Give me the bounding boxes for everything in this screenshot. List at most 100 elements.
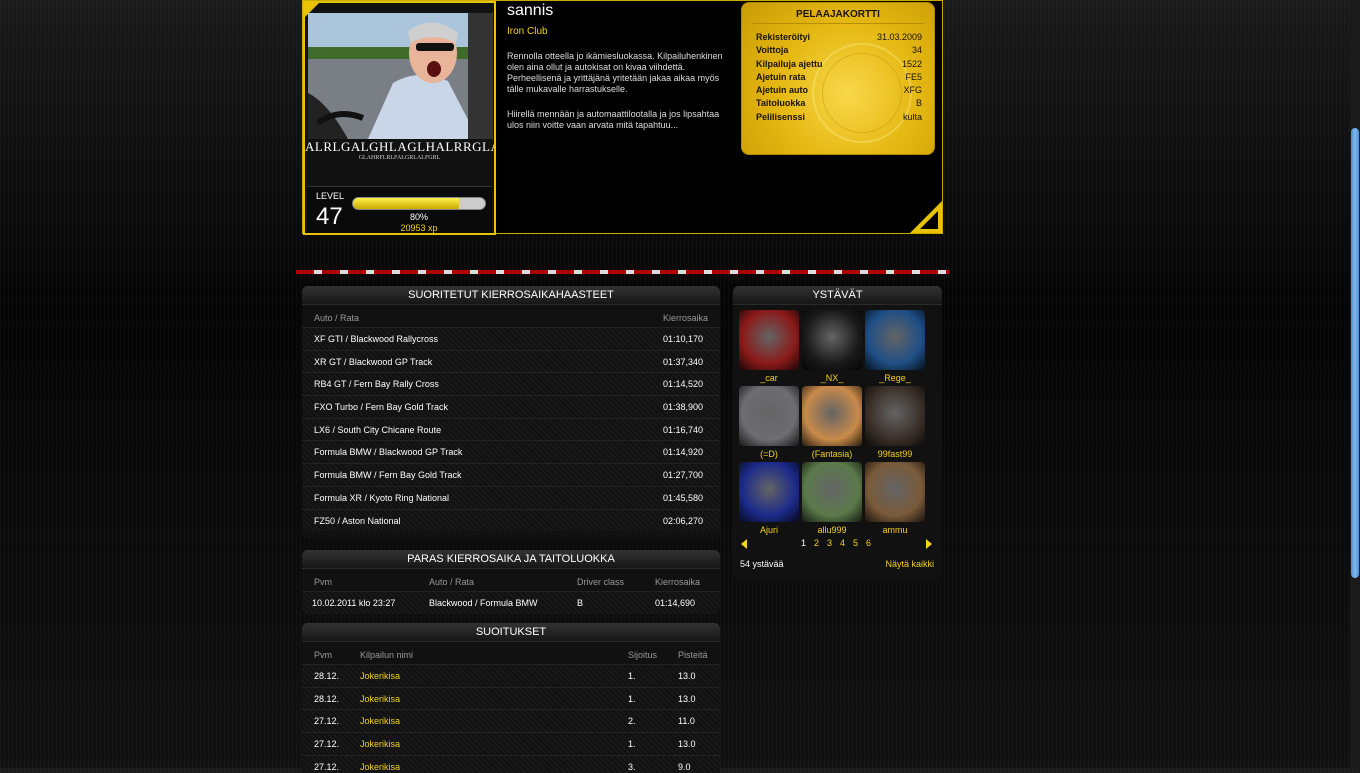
table-row: 28.12. Jokerikisa 1. 13.0 [302,664,720,687]
friend-name[interactable]: _car [739,373,799,383]
table-row[interactable]: XF GTI / Blackwood Rallycross 01:10,170 [302,327,720,350]
friend-item[interactable]: allu999 [802,462,862,535]
friend-item[interactable]: ammu [865,462,925,535]
friend-avatar[interactable] [865,310,925,370]
bio: Rennolla otteella jo ikämiesluokassa. Ki… [507,51,737,131]
page-link[interactable]: 1 [801,538,806,548]
competition-link[interactable]: Jokerikisa [360,694,400,704]
competition-link[interactable]: Jokerikisa [360,739,400,749]
stat-label: Rekisteröityi [756,32,811,42]
lap-time: 01:14,520 [663,379,704,390]
panel-title: SUORITETUT KIERROSAIKAHAASTEET [302,286,720,305]
table-row: 27.12. Jokerikisa 2. 11.0 [302,709,720,733]
table-row: 27.12. Jokerikisa 3. 9.0 [302,754,720,773]
friend-item[interactable]: _Rege_ [865,310,925,383]
friend-item[interactable]: Ajuri [739,462,799,535]
result-place: 1. [628,671,636,681]
lap-time: 01:10,170 [663,334,704,344]
scrollbar[interactable] [1350,0,1360,768]
table-row[interactable]: LX6 / South City Chicane Route 01:16,740 [302,417,720,441]
friend-name[interactable]: _Rege_ [865,373,925,383]
friend-avatar[interactable] [865,462,925,522]
friend-name[interactable]: Ajuri [739,525,799,535]
level-label: LEVEL [316,191,345,201]
result-place: 2. [628,716,636,727]
result-place: 3. [628,761,636,772]
friend-avatar[interactable] [802,462,862,522]
column-header: Sijoitus [628,650,658,660]
page-link[interactable]: 2 [814,538,819,548]
friend-item[interactable]: _NX_ [802,310,862,383]
friend-avatar[interactable] [802,310,862,370]
friend-avatar[interactable] [739,310,799,370]
bio-paragraph: Rennolla otteella jo ikämiesluokassa. Ki… [507,51,723,94]
result-points: 13.0 [678,671,696,681]
friend-name[interactable]: (Fantasia) [802,449,862,459]
result-date: 28.12. [314,693,340,704]
scroll-up-arrow-icon[interactable] [1350,0,1360,10]
result-points: 9.0 [678,761,691,772]
friend-name[interactable]: (=D) [739,449,799,459]
table-row[interactable]: FXO Turbo / Fern Bay Gold Track 01:38,900 [302,395,720,418]
table-row[interactable]: XR GT / Blackwood GP Track 01:37,340 [302,349,720,373]
table-header: Pvm Kilpailun nimi Sijoitus Pisteitä [302,642,720,664]
club-link[interactable]: Iron Club [507,26,737,37]
stripe-divider [296,270,949,274]
friend-name[interactable]: 99fast99 [865,449,925,459]
profile-box: ALRLGALGHLAGLHALRRGLA GLAHRFLRLFALGRLALF… [302,0,943,235]
page-link[interactable]: 3 [827,538,832,548]
table-row[interactable]: Formula BMW / Blackwood GP Track 01:14,92… [302,440,720,464]
page-link[interactable]: 5 [853,538,858,548]
competition-link[interactable]: Jokerikisa [360,762,400,772]
column-header: Pisteitä [678,650,708,660]
lap-car-track: RB4 GT / Fern Bay Rally Cross [314,379,439,390]
stat-value: FE5 [905,71,922,82]
level-panel: LEVEL 47 80% 20953 xp [307,186,492,233]
player-card-row: Kilpailuja ajettu 1522 [756,59,922,72]
column-header: Auto / Rata [314,313,360,323]
friend-avatar[interactable] [739,462,799,522]
friend-name[interactable]: _NX_ [802,373,862,383]
result-points: 13.0 [678,693,696,704]
avatar-caption-subtext: GLAHRFLRLFALGRLALFGRL [358,155,441,161]
table-row[interactable]: FZ50 / Aston National 02:06,270 [302,508,720,532]
triangle-left-icon[interactable] [741,539,747,549]
friends-pager: 123456 [739,537,934,551]
lap-car-track: Formula BMW / Fern Bay Gold Track [314,470,462,481]
triangle-right-icon[interactable] [926,539,932,549]
page-link[interactable]: 4 [840,538,845,548]
competition-link[interactable]: Jokerikisa [360,716,400,726]
show-all-link[interactable]: Näytä kaikki [885,559,934,569]
friend-avatar[interactable] [865,386,925,446]
friend-avatar[interactable] [802,386,862,446]
friend-avatar[interactable] [739,386,799,446]
result-date: 28.12. [314,671,340,681]
page-link[interactable]: 6 [866,538,871,548]
scrollbar-thumb[interactable] [1351,128,1359,578]
result-date: 27.12. [314,716,340,727]
friend-item[interactable]: (Fantasia) [802,386,862,459]
column-header: Pvm [314,650,332,660]
friend-item[interactable]: (=D) [739,386,799,459]
level-value: 47 [316,203,343,230]
lap-time: 01:27,700 [663,470,704,481]
friend-name[interactable]: ammu [865,525,925,535]
result-points: 13.0 [678,739,696,750]
result-place: 1. [628,739,636,750]
avatar-frame: ALRLGALGHLAGLHALRRGLA GLAHRFLRLFALGRLALF… [303,1,496,235]
lap-time: 02:06,270 [663,515,704,526]
table-row[interactable]: Formula BMW / Fern Bay Gold Track 01:27,7… [302,463,720,486]
table-row[interactable]: Formula XR / Kyoto Ring National 01:45,58… [302,485,720,509]
stat-value: 31.03.2009 [876,32,922,42]
best-lap-panel: PARAS KIERROSAIKA JA TAITOLUOKKA Pvm Aut… [302,550,720,614]
table-row[interactable]: RB4 GT / Fern Bay Rally Cross 01:14,520 [302,372,720,396]
friend-item[interactable]: 99fast99 [865,386,925,459]
column-header: Kierrosaika [655,577,701,587]
panel-title: PARAS KIERROSAIKA JA TAITOLUOKKA [302,550,720,569]
stat-value: B [915,98,922,109]
bio-paragraph: Hiirellä mennään ja automaattilootalla j… [507,109,720,130]
friend-name[interactable]: allu999 [802,525,862,535]
friend-item[interactable]: _car [739,310,799,383]
competition-link[interactable]: Jokerikisa [360,671,400,681]
player-card-title: PELAAJAKORTTI [796,9,880,20]
